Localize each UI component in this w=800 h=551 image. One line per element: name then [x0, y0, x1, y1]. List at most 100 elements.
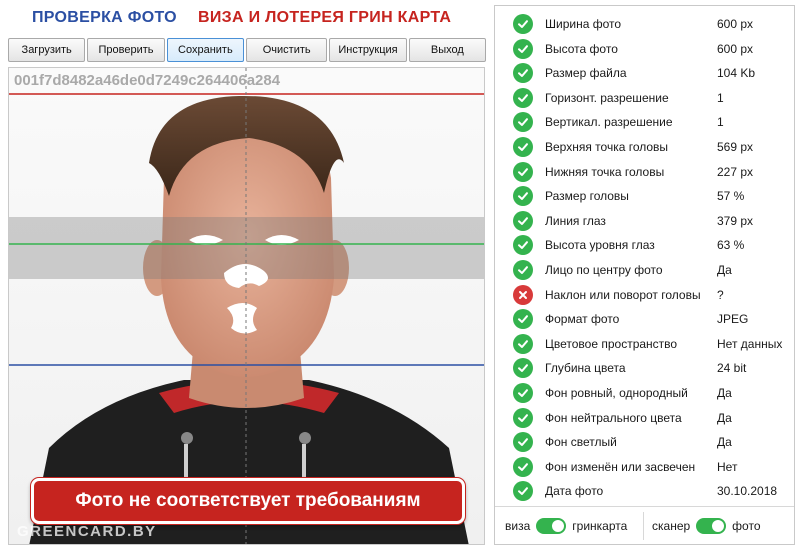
check-value: 104 Kb [717, 66, 756, 81]
check-row: Горизонт. разрешение 1 [495, 86, 794, 111]
toggle-visa-label: виза [505, 519, 531, 533]
source-toggle-group: сканер фото [652, 517, 761, 535]
check-label: Размер головы [545, 189, 629, 204]
check-row: Формат фото JPEG [495, 307, 794, 332]
check-value: 24 bit [717, 361, 747, 376]
check-ok-icon [513, 136, 533, 157]
check-ok-icon [513, 112, 533, 133]
check-label: Линия глаз [545, 213, 606, 228]
app-window: ПРОВЕРКА ФОТО ВИЗА И ЛОТЕРЕЯ ГРИН КАРТА … [0, 0, 800, 551]
photo-preview[interactable]: 001f7d8482a46de0d7249c264406a284 Фото не… [8, 67, 485, 545]
check-ok-icon [513, 358, 533, 379]
check-label: Глубина цвета [545, 361, 626, 376]
scanner-photo-toggle[interactable] [696, 518, 727, 534]
check-row: Фон ровный, однородный Да [495, 381, 794, 406]
app-title: ПРОВЕРКА ФОТО [32, 9, 177, 26]
check-value: ? [717, 287, 724, 302]
panel-divider [495, 506, 794, 507]
check-ok-icon [513, 87, 533, 108]
check-value: Нет данных [717, 336, 783, 351]
toggle-scanner-label: сканер [652, 519, 691, 533]
check-value: 600 px [717, 17, 754, 31]
check-value: Нет [717, 459, 738, 474]
exit-button[interactable]: Выход [408, 38, 487, 62]
check-row: Фон светлый Да [495, 430, 794, 455]
check-label: Вертикал. разрешение [545, 115, 673, 130]
check-button[interactable]: Проверить [87, 38, 165, 62]
check-row: Дата фото 30.10.2018 [495, 479, 794, 504]
check-label: Формат фото [545, 312, 620, 327]
check-row: Размер головы 57 % [495, 184, 794, 209]
check-ok-icon [513, 456, 533, 477]
check-ok-icon [513, 407, 533, 428]
check-row: Фон изменён или засвечен Нет [495, 455, 794, 480]
save-button[interactable]: Сохранить [166, 38, 245, 62]
toggle-knob [712, 520, 725, 532]
check-label: Фон нейтрального цвета [545, 410, 682, 425]
clear-button[interactable]: Очистить [246, 38, 328, 62]
check-ok-icon [513, 161, 533, 182]
visa-greencard-toggle[interactable] [536, 518, 567, 534]
check-label: Нижняя точка головы [545, 164, 665, 179]
check-ok-icon [513, 14, 533, 34]
check-ok-icon [513, 309, 533, 330]
check-value: 379 px [717, 213, 754, 228]
grommet-left-icon [181, 432, 193, 444]
check-ok-icon [513, 259, 533, 280]
photo-hash: 001f7d8482a46de0d7249c264406a284 [14, 72, 281, 89]
app-subtitle: ВИЗА И ЛОТЕРЕЯ ГРИН КАРТА [198, 9, 452, 26]
check-value: 600 px [717, 41, 754, 56]
instructions-button[interactable]: Инструкция [329, 38, 407, 62]
check-ok-icon [513, 235, 533, 256]
check-label: Фон ровный, однородный [545, 385, 688, 400]
check-label: Цветовое пространство [545, 336, 678, 351]
toggle-knob [552, 520, 565, 532]
portrait-image [9, 68, 484, 544]
check-ok-icon [513, 333, 533, 354]
check-value: Да [717, 410, 732, 425]
check-ok-icon [513, 382, 533, 403]
toggle-photo-label: фото [732, 519, 761, 533]
type-toggle-group: виза гринкарта [505, 517, 627, 535]
check-ok-icon [513, 210, 533, 231]
toggle-greencard-label: гринкарта [572, 519, 628, 533]
check-row: Лицо по центру фото Да [495, 258, 794, 283]
check-value: Да [717, 262, 732, 277]
check-value: JPEG [717, 312, 749, 327]
check-value: 57 % [717, 189, 745, 204]
check-value: 63 % [717, 238, 745, 253]
check-label: Лицо по центру фото [545, 262, 663, 277]
watermark: GREENCARD.BY [17, 523, 157, 540]
check-value: Да [717, 385, 732, 400]
check-fail-icon [513, 284, 533, 305]
check-ok-icon [513, 432, 533, 453]
check-ok-icon [513, 186, 533, 207]
check-row: Ширина фото 600 px [495, 12, 794, 37]
check-label: Размер файла [545, 66, 627, 81]
check-results-panel: Ширина фото 600 px Высота фото 600 px Размер… [494, 5, 795, 545]
check-row: Цветовое пространство Нет данных [495, 332, 794, 357]
load-button[interactable]: Загрузить [8, 38, 86, 62]
grommet-right-icon [299, 432, 311, 444]
check-value: 1 [717, 115, 724, 130]
check-label: Ширина фото [545, 17, 622, 31]
check-value: 569 px [717, 139, 754, 154]
check-value: 30.10.2018 [717, 484, 778, 499]
check-row: Глубина цвета 24 bit [495, 356, 794, 381]
check-row: Нижняя точка головы 227 px [495, 160, 794, 185]
check-value: 1 [717, 90, 724, 105]
check-label: Высота уровня глаз [545, 238, 655, 253]
check-row: Высота фото 600 px [495, 37, 794, 62]
check-label: Горизонт. разрешение [545, 90, 669, 105]
check-label: Дата фото [545, 484, 604, 499]
check-ok-icon [513, 63, 533, 84]
check-label: Наклон или поворот головы [545, 287, 701, 302]
check-label: Верхняя точка головы [545, 139, 669, 154]
check-label: Фон изменён или засвечен [545, 459, 696, 474]
check-row: Вертикал. разрешение 1 [495, 110, 794, 135]
check-row: Линия глаз 379 px [495, 209, 794, 234]
check-label: Высота фото [545, 41, 618, 56]
check-value: Да [717, 435, 732, 450]
toolbar: Загрузить Проверить Сохранить Очистить И… [8, 38, 487, 62]
check-ok-icon [513, 481, 533, 502]
